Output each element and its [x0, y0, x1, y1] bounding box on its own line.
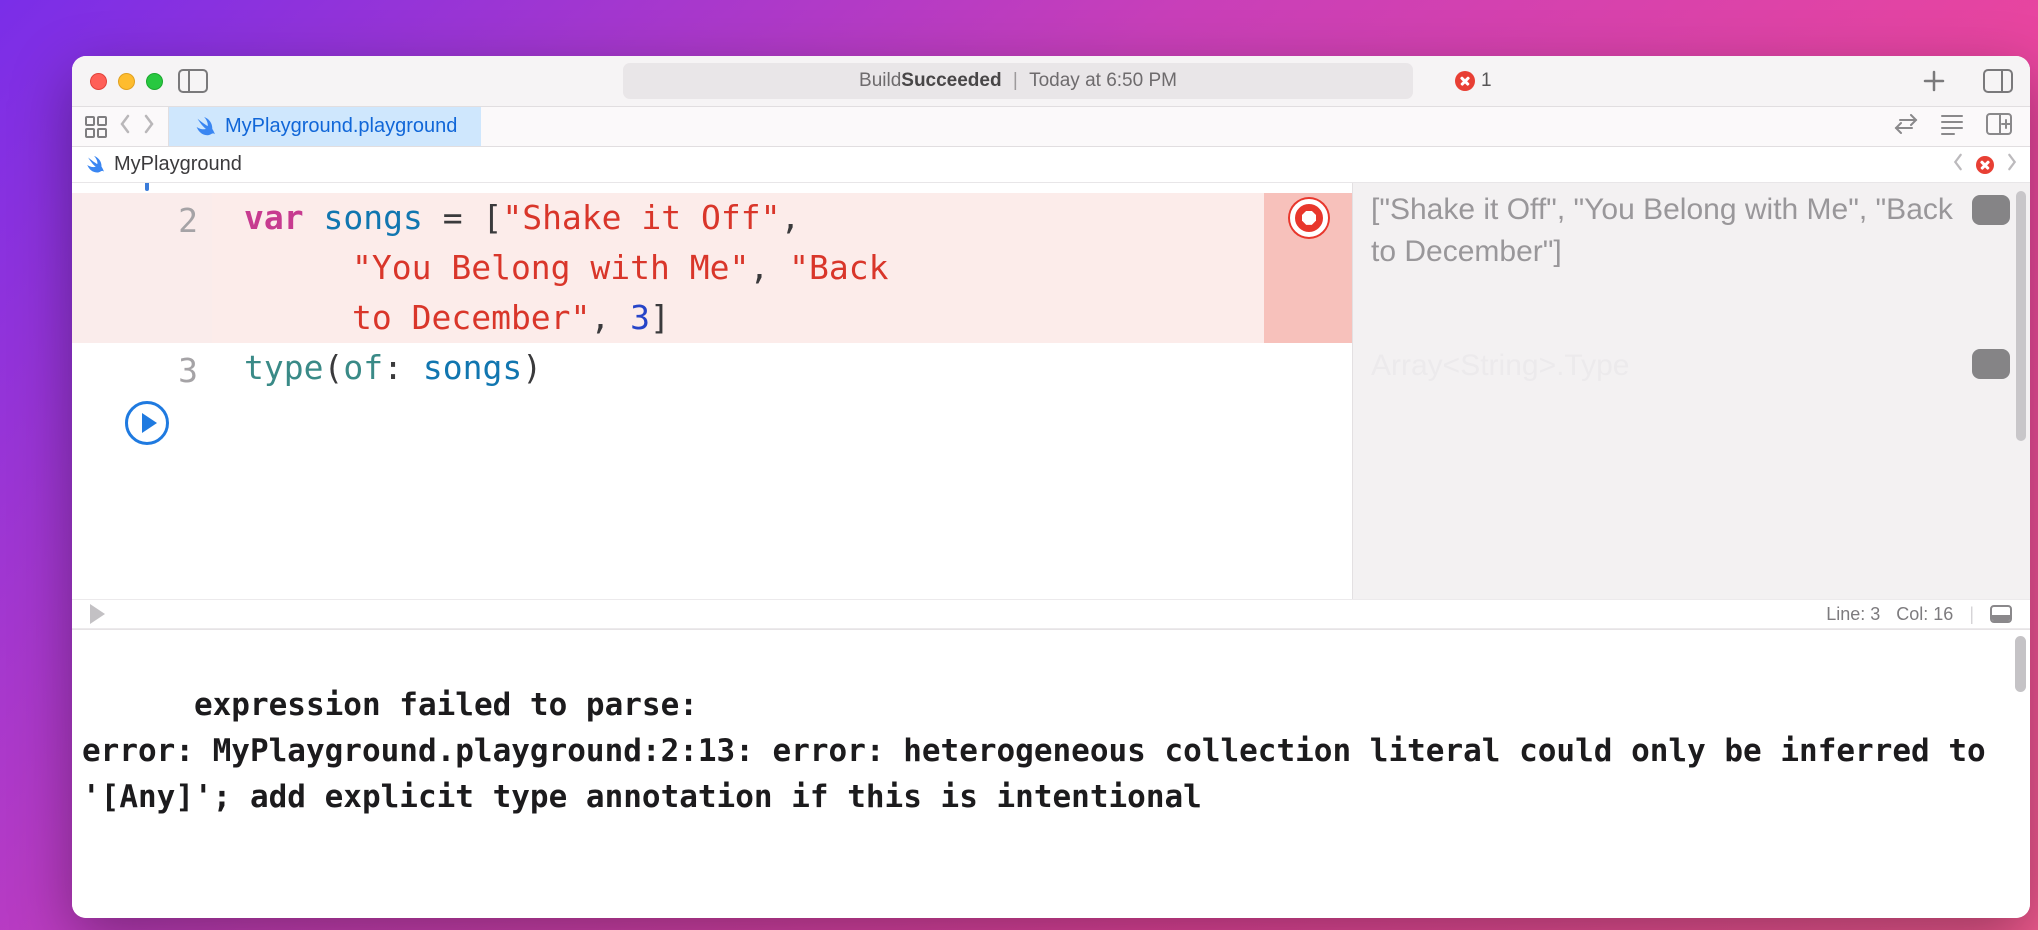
execute-icon[interactable]: [90, 604, 105, 624]
minimize-window-button[interactable]: [118, 73, 135, 90]
console-output: expression failed to parse: error: MyPla…: [82, 687, 2004, 815]
code-line-2c: to December", 3]: [352, 293, 1352, 343]
line-1-marker: [145, 183, 149, 191]
console-scrollbar[interactable]: [2015, 636, 2026, 692]
status-time: Today at 6:50 PM: [1029, 70, 1177, 92]
run-playground-button[interactable]: [125, 401, 169, 445]
issue-count[interactable]: 1: [1455, 70, 1492, 92]
toggle-navigator-icon[interactable]: [175, 67, 211, 95]
swift-file-icon: [84, 155, 104, 175]
editor-area: 2 3 var songs = ["Shake it Off", "You Be…: [72, 183, 2030, 918]
results-scrollbar[interactable]: [2016, 191, 2026, 441]
line-number-3: 3: [158, 351, 198, 390]
gutter-error-highlight: [72, 193, 222, 343]
status-result: Succeeded: [901, 70, 1001, 92]
error-count-value: 1: [1481, 70, 1492, 92]
add-icon[interactable]: [1916, 67, 1952, 95]
titlebar: Build Succeeded | Today at 6:50 PM 1: [72, 56, 2030, 107]
zoom-window-button[interactable]: [146, 73, 163, 90]
nav-back-icon[interactable]: [118, 114, 132, 139]
activity-status[interactable]: Build Succeeded | Today at 6:50 PM: [623, 63, 1413, 99]
tab-active[interactable]: MyPlayground.playground: [169, 107, 481, 146]
cursor-col: Col: 16: [1896, 604, 1953, 625]
issue-stepper: [1952, 153, 2018, 177]
line-gutter: 2 3: [72, 183, 222, 599]
code-line-2a: var songs = ["Shake it Off",: [244, 193, 1352, 243]
error-icon[interactable]: [1976, 156, 1994, 174]
status-separator: |: [1008, 70, 1024, 92]
related-items-icon[interactable]: [84, 115, 108, 139]
xcode-window: Build Succeeded | Today at 6:50 PM 1: [72, 56, 2030, 918]
tab-filename: MyPlayground.playground: [225, 115, 457, 138]
tabbar: MyPlayground.playground: [72, 107, 2030, 147]
tab-nav: [72, 107, 169, 146]
editor-status-bar: Line: 3 Col: 16 |: [72, 599, 2030, 629]
result-value-2: Array<String>.Type: [1371, 345, 1960, 387]
breadcrumb-name[interactable]: MyPlayground: [114, 153, 242, 176]
window-controls: [90, 73, 163, 90]
prev-issue-icon[interactable]: [1952, 153, 1964, 177]
swap-icon[interactable]: [1894, 114, 1918, 139]
toggle-debug-area-icon[interactable]: [1990, 605, 2012, 623]
source-editor[interactable]: 2 3 var songs = ["Shake it Off", "You Be…: [72, 183, 1352, 599]
editor-split: 2 3 var songs = ["Shake it Off", "You Be…: [72, 183, 2030, 599]
code-body[interactable]: var songs = ["Shake it Off", "You Belong…: [222, 183, 1352, 599]
titlebar-right-tools: [1916, 67, 2016, 95]
status-prefix: Build: [859, 70, 901, 92]
code-line-3: type(of: songs): [244, 343, 1352, 393]
debug-console[interactable]: expression failed to parse: error: MyPla…: [72, 629, 2030, 918]
line-number-2: 2: [158, 201, 198, 240]
tab-right-tools: [1876, 107, 2030, 146]
next-issue-icon[interactable]: [2006, 153, 2018, 177]
results-sidebar: ["Shake it Off", "You Belong with Me", "…: [1352, 183, 2030, 599]
adjust-editor-icon[interactable]: [1940, 113, 1964, 140]
toggle-inspector-icon[interactable]: [1980, 67, 2016, 95]
result-value-1: ["Shake it Off", "You Belong with Me", "…: [1371, 189, 1960, 273]
nav-forward-icon[interactable]: [142, 114, 156, 139]
quicklook-button-1[interactable]: [1972, 195, 2010, 225]
cursor-line: Line: 3: [1826, 604, 1880, 625]
code-line-2b: "You Belong with Me", "Back: [352, 243, 1352, 293]
add-editor-icon[interactable]: [1986, 113, 2012, 140]
jump-bar: MyPlayground: [72, 147, 2030, 183]
close-window-button[interactable]: [90, 73, 107, 90]
swift-file-icon: [193, 116, 215, 138]
quicklook-button-2[interactable]: [1972, 349, 2010, 379]
error-icon: [1455, 71, 1475, 91]
